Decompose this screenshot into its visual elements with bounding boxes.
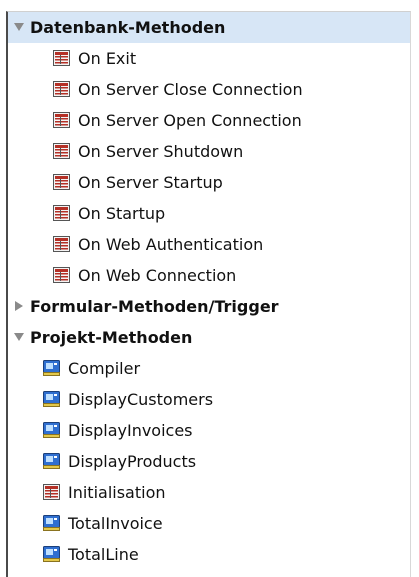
tree-item-on-startup[interactable]: On Startup xyxy=(8,198,410,229)
project-method-icon xyxy=(43,391,60,407)
tree-group-label: Formular-Methoden/Trigger xyxy=(30,297,279,316)
database-method-icon xyxy=(53,236,70,252)
database-method-icon xyxy=(53,112,70,128)
tree-item-displaycustomers[interactable]: DisplayCustomers xyxy=(8,384,410,415)
project-method-icon xyxy=(43,546,60,562)
tree-item-label: TotalInvoice xyxy=(68,514,163,533)
tree-item-on-web-connection[interactable]: On Web Connection xyxy=(8,260,410,291)
tree-item-label: On Startup xyxy=(78,204,166,223)
tree-item-on-server-shutdown[interactable]: On Server Shutdown xyxy=(8,136,410,167)
tree-item-on-server-open-connection[interactable]: On Server Open Connection xyxy=(8,105,410,136)
database-method-icon xyxy=(53,267,70,283)
tree-item-label: DisplayCustomers xyxy=(68,390,214,409)
project-method-icon xyxy=(43,360,60,376)
tree-item-label: On Server Open Connection xyxy=(78,111,302,130)
project-method-icon xyxy=(43,453,60,469)
tree-item-label: Compiler xyxy=(68,359,141,378)
tree-item-compiler[interactable]: Compiler xyxy=(8,353,410,384)
project-method-icon xyxy=(43,422,60,438)
database-method-icon xyxy=(53,143,70,159)
database-method-icon xyxy=(43,484,60,500)
disclosure-collapsed-icon[interactable] xyxy=(14,301,24,311)
tree-group-label: Projekt-Methoden xyxy=(30,328,193,347)
tree-group-formular-methoden-trigger[interactable]: Formular-Methoden/Trigger xyxy=(8,291,410,322)
tree-item-label: Initialisation xyxy=(68,483,166,502)
project-method-icon xyxy=(43,515,60,531)
disclosure-expanded-icon[interactable] xyxy=(14,332,24,342)
tree-item-on-server-close-connection[interactable]: On Server Close Connection xyxy=(8,74,410,105)
database-method-icon xyxy=(53,81,70,97)
tree-item-label: On Web Authentication xyxy=(78,235,264,254)
tree-group-projekt-methoden[interactable]: Projekt-Methoden xyxy=(8,322,410,353)
tree-item-label: DisplayProducts xyxy=(68,452,197,471)
method-explorer-tree: Datenbank-Methoden On Exit On Server Clo… xyxy=(6,11,411,577)
tree-item-displayinvoices[interactable]: DisplayInvoices xyxy=(8,415,410,446)
database-method-icon xyxy=(53,50,70,66)
tree-item-label: On Server Shutdown xyxy=(78,142,244,161)
tree-item-label: DisplayInvoices xyxy=(68,421,193,440)
tree-item-on-web-authentication[interactable]: On Web Authentication xyxy=(8,229,410,260)
tree-item-label: On Server Startup xyxy=(78,173,223,192)
disclosure-expanded-icon[interactable] xyxy=(14,22,24,32)
tree-item-totalline[interactable]: TotalLine xyxy=(8,539,410,570)
tree-item-label: TotalLine xyxy=(68,545,139,564)
tree-item-label: On Web Connection xyxy=(78,266,237,285)
tree-group-label: Datenbank-Methoden xyxy=(30,18,226,37)
tree-item-totalinvoice[interactable]: TotalInvoice xyxy=(8,508,410,539)
tree-item-label: On Exit xyxy=(78,49,137,68)
tree-item-on-exit[interactable]: On Exit xyxy=(8,43,410,74)
database-method-icon xyxy=(53,174,70,190)
tree-item-initialisation[interactable]: Initialisation xyxy=(8,477,410,508)
tree-item-displayproducts[interactable]: DisplayProducts xyxy=(8,446,410,477)
database-method-icon xyxy=(53,205,70,221)
tree-group-datenbank-methoden[interactable]: Datenbank-Methoden xyxy=(8,12,410,43)
tree-item-label: On Server Close Connection xyxy=(78,80,303,99)
tree-item-on-server-startup[interactable]: On Server Startup xyxy=(8,167,410,198)
